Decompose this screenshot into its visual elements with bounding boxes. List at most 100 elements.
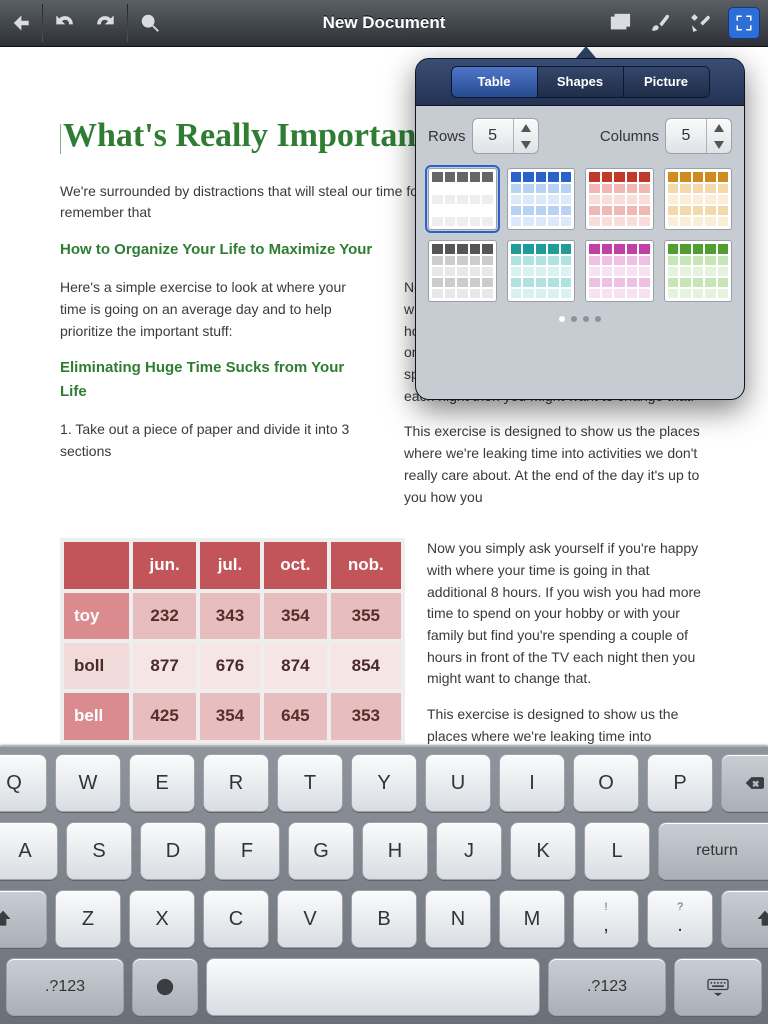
key-i[interactable]: I [499,754,565,812]
rows-value: 5 [473,127,513,145]
key-k[interactable]: K [510,822,576,880]
key-y[interactable]: Y [351,754,417,812]
tab-table[interactable]: Table [452,67,538,97]
table-cell[interactable]: 874 [264,643,327,689]
table-col-header: nob. [331,542,401,588]
back-button[interactable] [0,0,40,46]
table-cell[interactable]: 877 [133,643,196,689]
table-style-magenta[interactable] [585,240,654,302]
table-cell[interactable]: 232 [133,593,196,639]
side-para-1: Now you simply ask yourself if you're ha… [427,538,708,690]
key-globe[interactable] [132,958,198,1016]
top-toolbar: New Document [0,0,768,47]
data-table[interactable]: jun.jul.oct.nob. toy232343354355boll8776… [60,538,405,743]
page-dots[interactable] [428,316,732,322]
table-row-header: toy [64,593,129,639]
rows-label: Rows [428,128,466,145]
key-b[interactable]: B [351,890,417,948]
table-cell[interactable]: 425 [133,693,196,739]
table-style-blue[interactable] [507,168,576,230]
table-style-orange[interactable] [664,168,733,230]
table-corner [64,542,129,588]
expand-button[interactable] [728,7,760,39]
left-para-2: 1. Take out a piece of paper and divide … [60,419,364,462]
key-x[interactable]: X [129,890,195,948]
rows-stepper[interactable]: 5 [472,118,539,154]
key-u[interactable]: U [425,754,491,812]
cols-down-icon[interactable] [707,136,731,153]
key-hide-keyboard[interactable] [674,958,762,1016]
insert-popover: Table Shapes Picture Rows 5 Columns 5 [415,58,745,400]
table-col-header: oct. [264,542,327,588]
table-cell[interactable]: 354 [264,593,327,639]
redo-button[interactable] [85,0,125,46]
table-row-header: bell [64,693,129,739]
key-f[interactable]: F [214,822,280,880]
table-cell[interactable]: 343 [200,593,260,639]
key-r[interactable]: R [203,754,269,812]
key-h[interactable]: H [362,822,428,880]
columns-label: Columns [600,128,659,145]
key-return[interactable]: return [658,822,768,880]
popover-arrow [576,46,596,58]
key-space[interactable] [206,958,540,1016]
table-cell[interactable]: 676 [200,643,260,689]
on-screen-keyboard: QWERTYUIOP ASDFGHJKLreturn ZXCVBNM!,?. .… [0,746,768,1024]
key-shift-left[interactable] [0,890,47,948]
table-style-green[interactable] [664,240,733,302]
key-j[interactable]: J [436,822,502,880]
key-q[interactable]: Q [0,754,47,812]
tab-picture[interactable]: Picture [624,67,709,97]
table-style-grey-light[interactable] [428,168,497,230]
key-numsym-right[interactable]: .?123 [548,958,666,1016]
rows-up-icon[interactable] [514,119,538,136]
key-c[interactable]: C [203,890,269,948]
key-numsym-left[interactable]: .?123 [6,958,124,1016]
key-z[interactable]: Z [55,890,121,948]
key-shift-right[interactable] [721,890,768,948]
undo-button[interactable] [45,0,85,46]
table-cell[interactable]: 854 [331,643,401,689]
key-w[interactable]: W [55,754,121,812]
key-m[interactable]: M [499,890,565,948]
cols-up-icon[interactable] [707,119,731,136]
key-v[interactable]: V [277,890,343,948]
table-row-header: boll [64,643,129,689]
key-e[interactable]: E [129,754,195,812]
popover-tabs: Table Shapes Picture [416,59,744,106]
table-style-red[interactable] [585,168,654,230]
key-p[interactable]: P [647,754,713,812]
table-col-header: jul. [200,542,260,588]
key-t[interactable]: T [277,754,343,812]
brush-button[interactable] [640,0,680,46]
key-l[interactable]: L [584,822,650,880]
key-period[interactable]: ?. [647,890,713,948]
table-style-teal[interactable] [507,240,576,302]
key-comma[interactable]: !, [573,890,639,948]
key-backspace[interactable] [721,754,768,812]
key-d[interactable]: D [140,822,206,880]
table-cell[interactable]: 353 [331,693,401,739]
tab-shapes[interactable]: Shapes [538,67,624,97]
table-style-grid [428,168,732,302]
columns-value: 5 [666,127,706,145]
table-cell[interactable]: 645 [264,693,327,739]
search-button[interactable] [130,0,170,46]
table-style-grey-dark[interactable] [428,240,497,302]
key-o[interactable]: O [573,754,639,812]
subheading-2: Eliminating Huge Time Sucks from Your Li… [60,356,364,403]
table-cell[interactable]: 354 [200,693,260,739]
insert-media-button[interactable] [600,0,640,46]
table-row: bell425354645353 [64,693,401,739]
columns-stepper[interactable]: 5 [665,118,732,154]
table-col-header: jun. [133,542,196,588]
tools-button[interactable] [680,0,720,46]
key-a[interactable]: A [0,822,58,880]
table-row: toy232343354355 [64,593,401,639]
table-row: boll877676874854 [64,643,401,689]
table-cell[interactable]: 355 [331,593,401,639]
key-n[interactable]: N [425,890,491,948]
key-s[interactable]: S [66,822,132,880]
rows-down-icon[interactable] [514,136,538,153]
key-g[interactable]: G [288,822,354,880]
